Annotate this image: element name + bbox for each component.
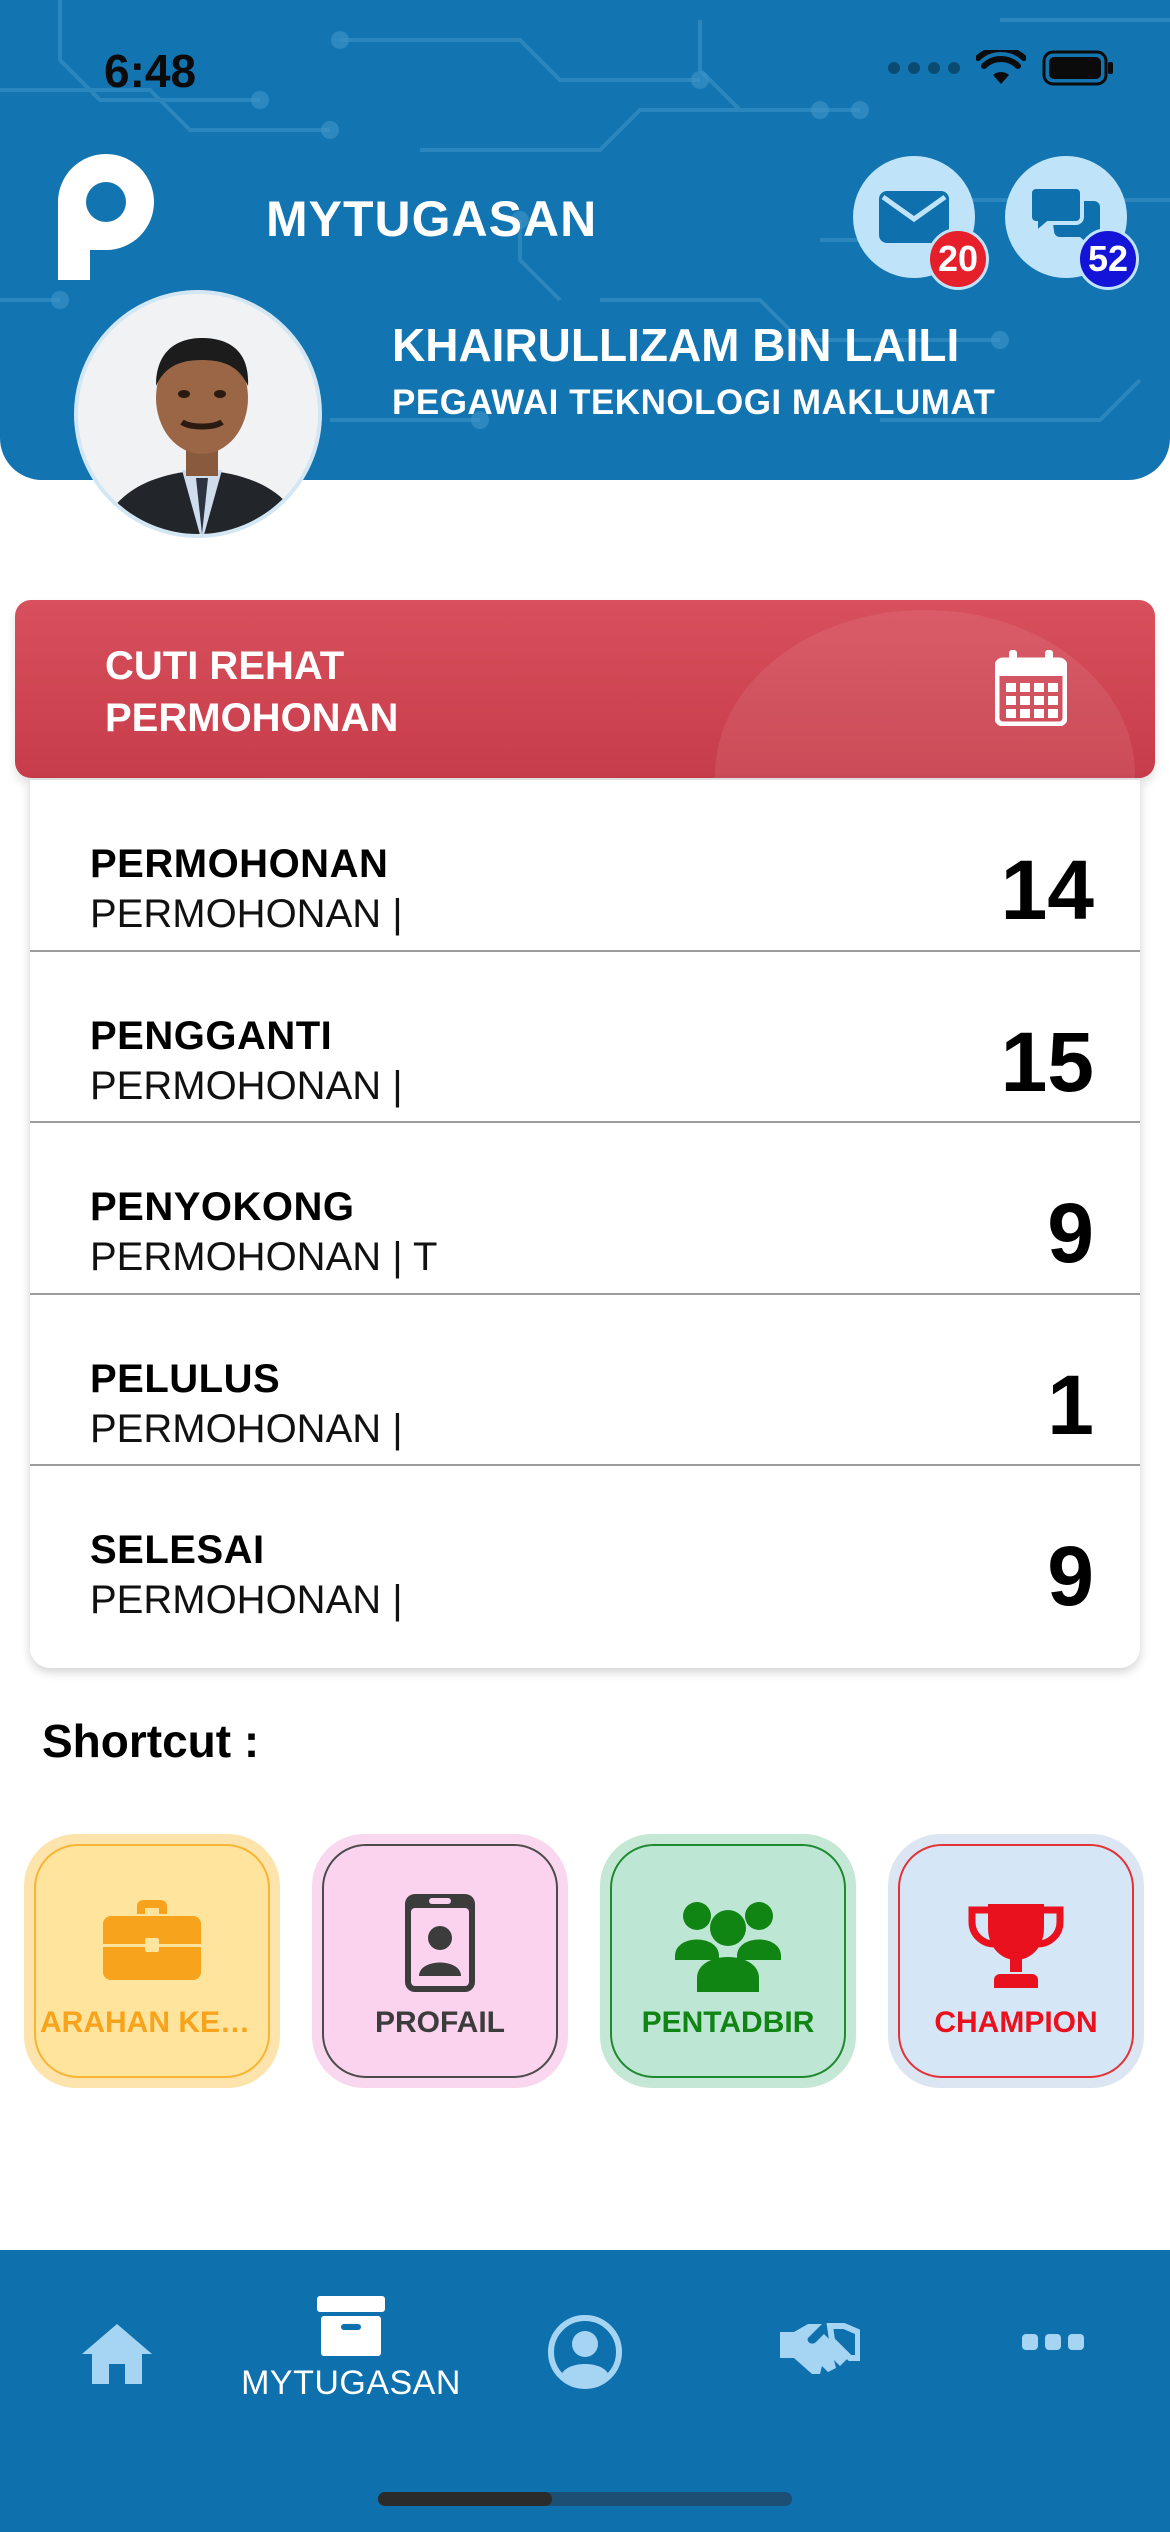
row-subtitle: PERMOHONAN |: [90, 1063, 403, 1108]
nav-profile[interactable]: [468, 2312, 702, 2462]
shortcut-label: CHAMPION: [934, 2006, 1098, 2039]
shortcut-tile-inner: PENTADBIR: [610, 1844, 846, 2078]
bottom-nav: MYTUGASAN: [0, 2250, 1170, 2532]
more-icon: [1022, 2334, 1084, 2350]
handshake-icon: [780, 2323, 860, 2374]
shortcut-label: PENTADBIR: [641, 2006, 815, 2039]
leave-card-title-line2: PERMOHONAN: [105, 696, 399, 740]
shortcut-tile-inner: PROFAIL: [322, 1844, 558, 2078]
leave-card-header[interactable]: CUTI REHAT PERMOHONAN: [15, 600, 1155, 778]
nav-home[interactable]: [0, 2320, 234, 2470]
users-icon: [675, 1902, 781, 1992]
row-count: 9: [1047, 1186, 1094, 1281]
row-count: 9: [1047, 1529, 1094, 1624]
signal-icon: [888, 62, 960, 74]
row-subtitle: PERMOHONAN |: [90, 1578, 403, 1623]
wifi-icon: [976, 50, 1026, 84]
briefcase-icon: [103, 1900, 201, 1980]
decorative-glow: [715, 610, 1135, 778]
shortcut-champion[interactable]: CHAMPION: [888, 1834, 1144, 2088]
row-subtitle: PERMOHONAN | T: [90, 1235, 438, 1280]
list-item[interactable]: SELESAI PERMOHONAN | 9: [30, 1466, 1140, 1638]
archive-icon: [317, 2296, 385, 2356]
id-badge-icon: [405, 1894, 475, 1992]
app-logo-icon: [58, 154, 154, 280]
list-item[interactable]: PELULUS PERMOHONAN | 1: [30, 1295, 1140, 1467]
list-item[interactable]: PERMOHONAN PERMOHONAN | 14: [30, 780, 1140, 952]
avatar-photo: [78, 294, 318, 534]
chat-badge: 52: [1077, 228, 1140, 290]
list-item[interactable]: PENYOKONG PERMOHONAN | T 9: [30, 1123, 1140, 1295]
shortcut-pentadbir[interactable]: PENTADBIR: [600, 1834, 856, 2088]
nav-mytugasan[interactable]: MYTUGASAN: [234, 2294, 468, 2444]
row-title: PELULUS: [90, 1356, 281, 1401]
messages-badge: 20: [927, 228, 990, 290]
user-role: PEGAWAI TEKNOLOGI MAKLUMAT: [392, 383, 996, 422]
user-name: KHAIRULLIZAM BIN LAILI: [392, 319, 960, 371]
home-indicator: [378, 2492, 792, 2506]
leave-status-list: PERMOHONAN PERMOHONAN | 14 PENGGANTI PER…: [30, 780, 1140, 1668]
shortcut-tile-inner: ARAHAN KER...: [34, 1844, 270, 2078]
row-title: SELESAI: [90, 1528, 265, 1573]
shortcut-profail[interactable]: PROFAIL: [312, 1834, 568, 2088]
calendar-icon: [995, 650, 1067, 726]
nav-label: MYTUGASAN: [241, 2364, 461, 2402]
leave-card-title: CUTI REHAT PERMOHONAN: [105, 640, 398, 744]
user-circle-icon: [548, 2315, 622, 2389]
app-title: MYTUGASAN: [266, 191, 598, 247]
trophy-icon: [968, 1904, 1064, 1988]
row-title: PENYOKONG: [90, 1185, 355, 1230]
row-count: 15: [1000, 1014, 1094, 1109]
shortcut-arahan-kerja[interactable]: ARAHAN KER...: [24, 1834, 280, 2088]
list-item[interactable]: PENGGANTI PERMOHONAN | 15: [30, 952, 1140, 1124]
nav-more[interactable]: [936, 2330, 1170, 2480]
shortcut-heading: Shortcut :: [42, 1715, 260, 1767]
leave-card-title-line1: CUTI REHAT: [105, 644, 345, 688]
battery-icon: [1042, 50, 1113, 86]
row-subtitle: PERMOHONAN |: [90, 1406, 403, 1451]
row-subtitle: PERMOHONAN |: [90, 892, 403, 936]
row-title: PENGGANTI: [90, 1013, 333, 1058]
avatar[interactable]: [74, 290, 322, 538]
shortcut-label: ARAHAN KER...: [40, 2006, 267, 2039]
row-count: 1: [1047, 1357, 1094, 1452]
status-icons: [888, 50, 1114, 86]
status-time: 6:48: [104, 45, 197, 97]
nav-partnership[interactable]: [702, 2316, 936, 2466]
row-count: 14: [1000, 843, 1094, 937]
shortcut-label: PROFAIL: [374, 2006, 505, 2039]
row-title: PERMOHONAN: [90, 842, 389, 886]
home-icon: [82, 2324, 152, 2384]
shortcut-tile-inner: CHAMPION: [898, 1844, 1134, 2078]
